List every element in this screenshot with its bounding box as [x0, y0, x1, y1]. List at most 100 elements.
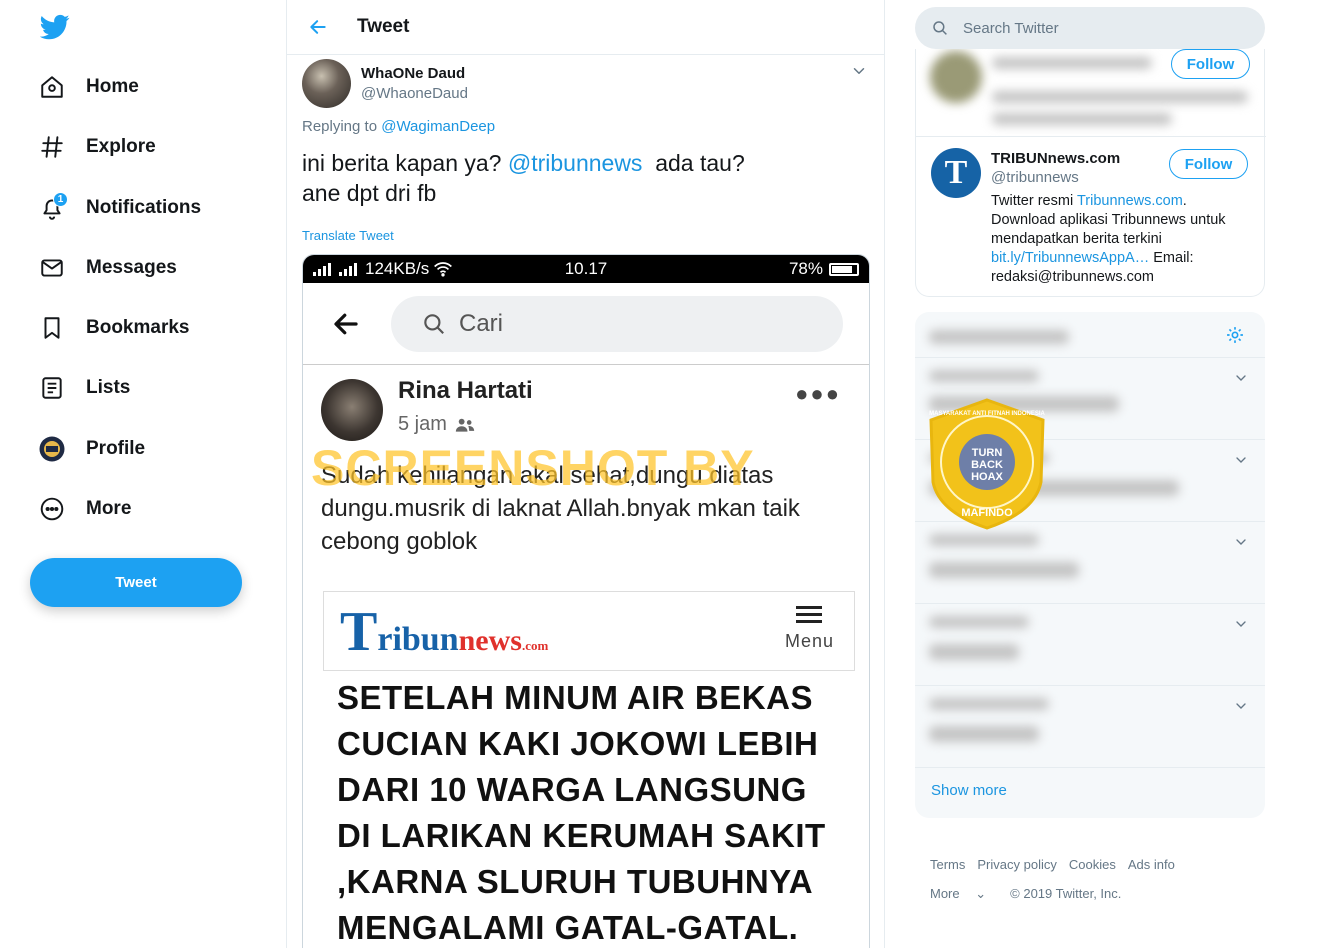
footer: Terms Privacy policy Cookies Ads info More … — [930, 850, 1187, 908]
signal-icon — [313, 263, 357, 276]
nav-more[interactable]: More — [38, 487, 131, 531]
tweet-text-start: ini berita kapan ya? — [302, 150, 508, 176]
svg-text:TURN: TURN — [972, 447, 1003, 459]
nav-lists[interactable]: Lists — [38, 366, 130, 410]
search-input[interactable] — [963, 19, 1243, 37]
suggest-bio: Twitter resmi Tribunnews.com. Download a… — [991, 193, 1226, 285]
nav-lists-label: Lists — [86, 377, 131, 398]
battery-percent: 78% — [788, 259, 823, 278]
nav-notifications[interactable]: 1 Notifications — [38, 186, 201, 230]
bio-link-site[interactable]: Tribunnews.com — [1077, 193, 1183, 209]
back-arrow-icon[interactable] — [303, 12, 333, 42]
chevron-down-icon[interactable] — [1233, 370, 1249, 386]
fb-post-header: Rina Hartati 5 jam ●●● — [303, 365, 869, 455]
nav-home-label: Home — [86, 76, 139, 97]
hashtag-icon — [38, 133, 66, 161]
gear-icon[interactable] — [1225, 325, 1245, 345]
suggest-handle[interactable]: @tribunnews — [991, 169, 1079, 186]
who-to-follow-card: Follow T TRIBUNnews.com @tribunnews Foll… — [915, 49, 1266, 297]
turnbackhoax-badge-logo: TURN BACK HOAX MAFINDO MASYARAKAT ANTI F… — [929, 398, 1046, 530]
footer-more[interactable]: More ⌄ — [930, 886, 998, 901]
trends-card: Show more — [915, 312, 1265, 818]
twitter-bird-logo-icon[interactable] — [40, 12, 70, 42]
nav-explore-label: Explore — [86, 136, 156, 157]
tribun-site-header: Tribun news .com Menu — [323, 591, 855, 671]
nav-messages[interactable]: Messages — [38, 246, 177, 290]
tweet-text: ini berita kapan ya? @tribunnews ada tau… — [302, 148, 745, 208]
trend-item[interactable] — [915, 522, 1265, 604]
author-avatar[interactable] — [302, 59, 351, 108]
author-handle[interactable]: @WhaoneDaud — [361, 85, 468, 102]
sidebar-right: Follow T TRIBUNnews.com @tribunnews Foll… — [915, 0, 1266, 948]
trend-item[interactable] — [915, 604, 1265, 686]
svg-text:MASYARAKAT ANTI FITNAH INDONES: MASYARAKAT ANTI FITNAH INDONESIA — [929, 411, 1045, 417]
home-icon — [38, 73, 66, 101]
tweet-author[interactable]: WhaONe Daud @WhaoneDaud — [302, 59, 468, 108]
chevron-down-icon[interactable] — [1233, 452, 1249, 468]
fb-post-time: 5 jam — [398, 413, 475, 436]
tribunnews-avatar[interactable]: T — [931, 148, 981, 198]
fb-post-author: Rina Hartati — [398, 377, 533, 404]
mention-link[interactable]: @tribunnews — [508, 150, 643, 176]
fb-search-icon — [424, 313, 444, 334]
show-more-link[interactable]: Show more — [931, 782, 1007, 799]
trend-item[interactable] — [915, 686, 1265, 768]
tribun-menu-label: Menu — [784, 631, 834, 651]
chevron-down-icon[interactable] — [850, 62, 868, 80]
author-name[interactable]: WhaONe Daud — [361, 65, 468, 82]
footer-link-ads[interactable]: Ads info — [1128, 857, 1175, 872]
tweet-text-end: ada tau? — [642, 150, 745, 176]
page-title: Tweet — [357, 16, 410, 37]
tweet-media-image[interactable]: 124KB/s 10.17 78% Cari Rina Hartati 5 ja… — [302, 254, 870, 948]
primary-nav: Home Explore 1 Notifications Messages Bo… — [0, 0, 286, 948]
chevron-down-icon[interactable] — [1233, 616, 1249, 632]
friends-icon — [455, 418, 475, 432]
wifi-icon — [434, 262, 453, 277]
tweet-text-line2: ane dpt dri fb — [302, 180, 437, 206]
replying-to: Replying to @WagimanDeep — [302, 118, 495, 135]
fb-search-field: Cari — [391, 295, 843, 352]
more-icon — [38, 495, 66, 523]
fb-post-text: Sudah kehilangan akal sehat,dungu diatas… — [321, 462, 800, 555]
trends-header — [915, 312, 1265, 358]
bookmark-icon — [38, 314, 66, 342]
twitter-page: Home Explore 1 Notifications Messages Bo… — [0, 0, 1322, 948]
fb-post-time-text: 5 jam — [398, 413, 447, 435]
battery-icon — [829, 262, 859, 276]
svg-text:HOAX: HOAX — [971, 471, 1003, 483]
nav-messages-label: Messages — [86, 257, 177, 278]
nav-profile[interactable]: Profile — [38, 427, 145, 471]
footer-link-cookies[interactable]: Cookies — [1069, 857, 1116, 872]
nav-bookmarks-label: Bookmarks — [86, 317, 190, 338]
suggest-name[interactable]: TRIBUNnews.com — [991, 150, 1120, 167]
blurred-avatar — [930, 51, 982, 103]
chevron-down-icon[interactable] — [1233, 698, 1249, 714]
footer-link-terms[interactable]: Terms — [930, 857, 965, 872]
svg-text:MAFINDO: MAFINDO — [961, 507, 1013, 519]
bell-icon: 1 — [38, 192, 68, 222]
svg-text:BACK: BACK — [971, 459, 1003, 471]
tweet-button[interactable]: Tweet — [30, 558, 242, 607]
fb-search-bar: Cari — [303, 283, 869, 365]
nav-more-label: More — [86, 498, 132, 519]
follow-button-tribunnews[interactable]: Follow — [1169, 149, 1248, 179]
chevron-down-icon[interactable] — [1233, 534, 1249, 550]
tweet-detail-column: Tweet WhaONe Daud @WhaoneDaud Replying t… — [286, 0, 885, 948]
fb-post-avatar — [321, 379, 383, 441]
bio-link-app[interactable]: bit.ly/TribunnewsAppA… — [991, 250, 1149, 266]
search-bar[interactable] — [915, 7, 1265, 49]
network-speed: 124KB/s — [365, 259, 430, 278]
tribun-menu: Menu — [785, 602, 834, 652]
notification-count-badge: 1 — [53, 192, 68, 207]
nav-home[interactable]: Home — [38, 65, 139, 109]
replying-to-link[interactable]: @WagimanDeep — [381, 118, 495, 135]
nav-explore[interactable]: Explore — [38, 125, 156, 169]
nav-bookmarks[interactable]: Bookmarks — [38, 306, 190, 350]
tribunnews-logo: Tribun news .com — [340, 601, 549, 663]
fb-back-arrow-icon — [334, 313, 358, 334]
search-icon — [933, 21, 947, 35]
envelope-icon — [38, 254, 66, 282]
follow-button-1[interactable]: Follow — [1171, 49, 1250, 79]
footer-link-privacy[interactable]: Privacy policy — [977, 857, 1056, 872]
translate-tweet-link[interactable]: Translate Tweet — [302, 228, 394, 243]
